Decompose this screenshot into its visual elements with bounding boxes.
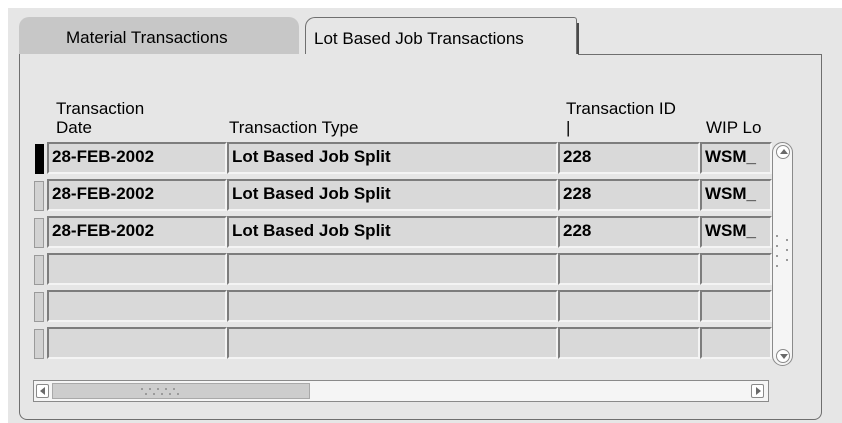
transaction-date-cell[interactable]: 28-FEB-2002 — [47, 216, 227, 248]
header-line: Transaction ID — [566, 99, 676, 118]
wip-lot-cell[interactable]: WSM_ — [700, 216, 772, 248]
transaction-id-cell[interactable] — [558, 253, 700, 285]
vertical-scrollbar[interactable] — [772, 142, 793, 366]
transaction-id-cell[interactable]: 228 — [558, 179, 700, 211]
transaction-type-cell[interactable]: Lot Based Job Split — [227, 216, 558, 248]
wip-lot-cell[interactable]: WSM_ — [700, 179, 772, 211]
row-selector[interactable] — [34, 181, 44, 211]
horizontal-scrollbar[interactable] — [33, 380, 769, 402]
transaction-date-cell[interactable] — [47, 290, 227, 322]
column-header-wip-lot: WIP Lo — [706, 118, 762, 137]
transaction-type-cell[interactable] — [227, 253, 558, 285]
tab-label: Material Transactions — [66, 28, 228, 47]
header-line: | — [566, 118, 571, 137]
transaction-type-cell[interactable]: Lot Based Job Split — [227, 142, 558, 174]
divider — [821, 54, 822, 74]
divider — [578, 54, 822, 55]
header-line: Transaction — [56, 99, 145, 118]
row-selector[interactable] — [34, 218, 44, 248]
row-selector[interactable] — [34, 292, 44, 322]
wip-lot-cell[interactable] — [700, 290, 772, 322]
column-header-transaction-id: Transaction ID | — [566, 99, 676, 137]
tab-label: Lot Based Job Transactions — [314, 29, 524, 48]
horizontal-scroll-thumb[interactable] — [52, 383, 310, 399]
arrow-left-icon — [40, 387, 45, 395]
row-selector[interactable] — [34, 329, 44, 359]
header-line: Date — [56, 118, 92, 137]
transaction-id-cell[interactable]: 228 — [558, 142, 700, 174]
tab-shadow — [577, 23, 579, 54]
row-selector[interactable] — [35, 144, 44, 174]
transaction-date-cell[interactable]: 28-FEB-2002 — [47, 142, 227, 174]
wip-lot-cell[interactable] — [700, 327, 772, 359]
scroll-down-button[interactable] — [776, 349, 790, 363]
column-header-transaction-date: Transaction Date — [56, 99, 144, 137]
transaction-date-cell[interactable]: 28-FEB-2002 — [47, 179, 227, 211]
transaction-type-cell[interactable] — [227, 327, 558, 359]
transaction-id-cell[interactable] — [558, 327, 700, 359]
tab-material-transactions[interactable]: Material Transactions — [19, 17, 299, 54]
transaction-type-cell[interactable]: Lot Based Job Split — [227, 179, 558, 211]
transaction-id-cell[interactable]: 228 — [558, 216, 700, 248]
tab-lot-based-job-transactions[interactable]: Lot Based Job Transactions — [305, 17, 579, 54]
scroll-left-button[interactable] — [36, 384, 49, 398]
row-selector[interactable] — [34, 255, 44, 285]
scroll-up-button[interactable] — [776, 145, 790, 159]
arrow-up-icon — [780, 149, 788, 154]
arrow-down-icon — [780, 354, 788, 359]
arrow-right-icon — [756, 387, 761, 395]
divider — [19, 54, 20, 55]
column-header-transaction-type: Transaction Type — [229, 118, 359, 137]
transaction-id-cell[interactable] — [558, 290, 700, 322]
transaction-type-cell[interactable] — [227, 290, 558, 322]
wip-lot-cell[interactable]: WSM_ — [700, 142, 772, 174]
transaction-date-cell[interactable] — [47, 327, 227, 359]
wip-lot-cell[interactable] — [700, 253, 772, 285]
transaction-date-cell[interactable] — [47, 253, 227, 285]
scroll-right-button[interactable] — [751, 384, 764, 398]
